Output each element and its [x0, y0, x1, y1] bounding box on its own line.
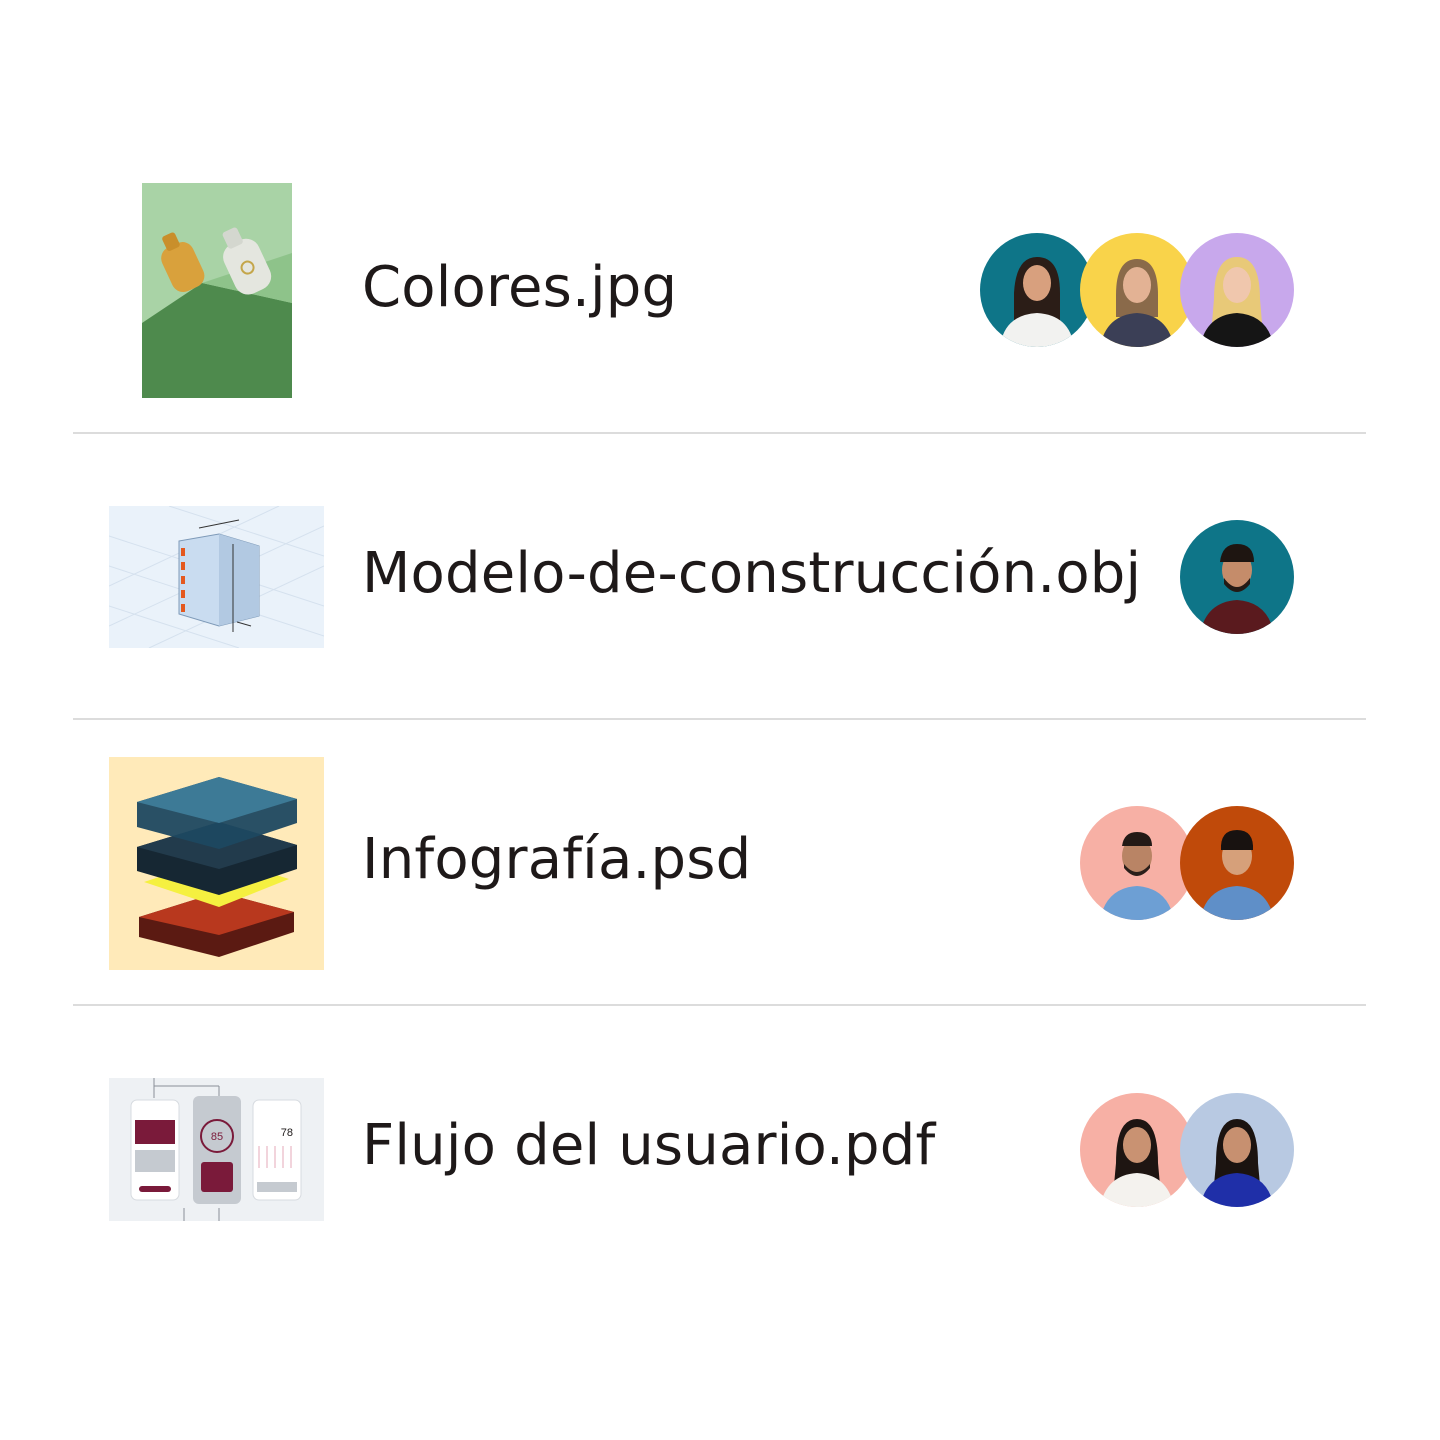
gauge-value: 85 — [211, 1131, 223, 1143]
file-name[interactable]: Flujo del usuario.pdf — [362, 1118, 935, 1174]
row-divider — [73, 718, 1366, 720]
avatar — [1080, 806, 1194, 920]
avatar — [980, 233, 1094, 347]
layers-infographic-thumbnail[interactable] — [109, 757, 324, 970]
building-model-thumbnail[interactable] — [109, 506, 324, 648]
file-name[interactable]: Infografía.psd — [362, 832, 751, 888]
avatar — [1180, 806, 1294, 920]
row-divider — [73, 1004, 1366, 1006]
row-divider — [73, 432, 1366, 434]
file-name[interactable]: Modelo-de-construcción.obj — [362, 546, 1141, 602]
bottles-image-thumbnail[interactable] — [142, 183, 292, 398]
avatar — [1180, 1093, 1294, 1207]
user-flow-thumbnail[interactable]: 85 78 — [109, 1078, 324, 1221]
avatar — [1080, 1093, 1194, 1207]
avatar — [1080, 233, 1194, 347]
avatar — [1180, 233, 1294, 347]
avatar — [1180, 520, 1294, 634]
score-value: 78 — [281, 1127, 293, 1139]
file-name[interactable]: Colores.jpg — [362, 260, 677, 316]
